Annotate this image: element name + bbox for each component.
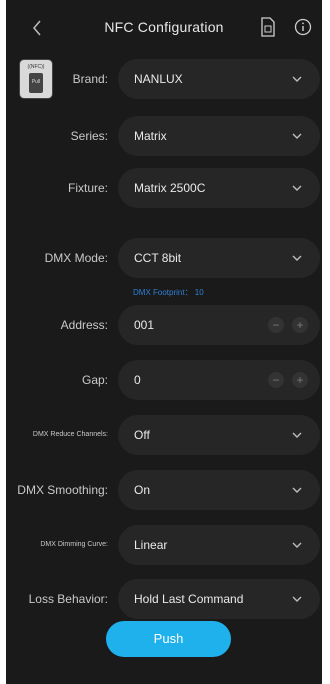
chevron-down-icon bbox=[292, 596, 302, 602]
smoothing-row: DMX Smoothing: On bbox=[6, 470, 322, 510]
fixture-row: Fixture: Matrix 2500C bbox=[6, 168, 322, 208]
brand-value: NANLUX bbox=[134, 72, 183, 86]
fixture-dropdown[interactable]: Matrix 2500C bbox=[118, 168, 320, 208]
reduce-channels-label: DMX Reduce Channels: bbox=[32, 431, 108, 438]
chevron-down-icon bbox=[292, 133, 302, 139]
chevron-down-icon bbox=[292, 432, 302, 438]
reduce-channels-row: DMX Reduce Channels: Off bbox=[6, 415, 322, 455]
series-value: Matrix bbox=[134, 129, 167, 143]
address-field[interactable]: 001 − + bbox=[118, 305, 320, 345]
gap-value: 0 bbox=[134, 373, 141, 387]
dmx-mode-label: DMX Mode: bbox=[44, 251, 108, 265]
nfc-file-icon bbox=[261, 17, 275, 37]
app-screen: NFC Configuration ((NFC)) Pull Brand: NA… bbox=[6, 0, 322, 684]
dmx-footprint-text: DMX Footprint： 10 bbox=[133, 288, 204, 297]
smoothing-value: On bbox=[134, 483, 151, 497]
gap-row: Gap: 0 − + bbox=[6, 360, 322, 400]
address-value: 001 bbox=[134, 318, 155, 332]
address-decrement-button[interactable]: − bbox=[268, 317, 284, 333]
chevron-down-icon bbox=[292, 185, 302, 191]
gap-field[interactable]: 0 − + bbox=[118, 360, 320, 400]
gap-increment-button[interactable]: + bbox=[292, 372, 308, 388]
chevron-down-icon bbox=[292, 542, 302, 548]
push-button[interactable]: Push bbox=[106, 621, 231, 657]
fixture-value: Matrix 2500C bbox=[134, 181, 206, 195]
info-button[interactable] bbox=[294, 18, 312, 36]
reduce-channels-dropdown[interactable]: Off bbox=[118, 415, 320, 455]
chevron-down-icon bbox=[292, 487, 302, 493]
gap-decrement-button[interactable]: − bbox=[268, 372, 284, 388]
info-icon bbox=[294, 18, 312, 36]
fixture-label: Fixture: bbox=[67, 181, 108, 195]
dmx-mode-dropdown[interactable]: CCT 8bit bbox=[118, 238, 320, 278]
dmx-mode-row: DMX Mode: CCT 8bit bbox=[6, 238, 322, 278]
dimming-curve-label: DMX Dimming Curve: bbox=[40, 541, 108, 548]
series-row: Series: Matrix bbox=[6, 116, 322, 156]
address-row: Address: 001 − + bbox=[6, 305, 322, 345]
series-label: Series: bbox=[70, 129, 108, 143]
dimming-curve-row: DMX Dimming Curve: Linear bbox=[6, 525, 322, 565]
nfc-file-button[interactable] bbox=[260, 17, 276, 37]
brand-label: Brand: bbox=[72, 72, 108, 86]
loss-behavior-value: Hold Last Command bbox=[134, 592, 244, 606]
brand-dropdown[interactable]: NANLUX bbox=[118, 59, 320, 99]
loss-behavior-dropdown[interactable]: Hold Last Command bbox=[118, 579, 320, 619]
nav-bar: NFC Configuration bbox=[6, 0, 322, 56]
dimming-curve-value: Linear bbox=[134, 538, 168, 552]
chevron-down-icon bbox=[292, 76, 302, 82]
dmx-mode-value: CCT 8bit bbox=[134, 251, 182, 265]
smoothing-dropdown[interactable]: On bbox=[118, 470, 320, 510]
loss-behavior-row: Loss Behavior: Hold Last Command bbox=[6, 579, 322, 619]
address-increment-button[interactable]: + bbox=[292, 317, 308, 333]
address-label: Address: bbox=[60, 318, 108, 332]
series-dropdown[interactable]: Matrix bbox=[118, 116, 320, 156]
reduce-channels-value: Off bbox=[134, 428, 150, 442]
smoothing-label: DMX Smoothing: bbox=[17, 483, 108, 497]
loss-behavior-label: Loss Behavior: bbox=[28, 592, 108, 606]
gap-label: Gap: bbox=[81, 373, 108, 387]
brand-row: Brand: NANLUX bbox=[6, 59, 322, 99]
dimming-curve-dropdown[interactable]: Linear bbox=[118, 525, 320, 565]
chevron-down-icon bbox=[292, 255, 302, 261]
